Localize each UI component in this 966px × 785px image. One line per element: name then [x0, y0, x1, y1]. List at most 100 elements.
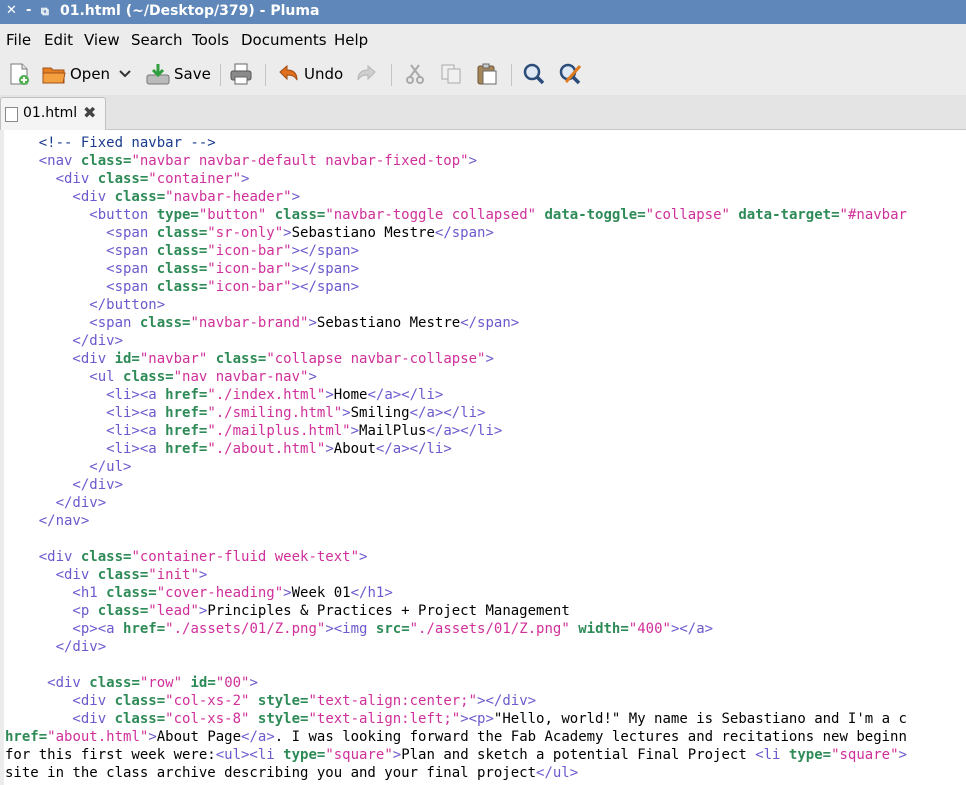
paste-button[interactable]	[475, 61, 499, 87]
code-editor[interactable]: <!-- Fixed navbar --> <nav class="navbar…	[0, 130, 966, 785]
menu-search[interactable]: Search	[131, 31, 183, 49]
code-line[interactable]: <div class="col-xs-8" style="text-align:…	[5, 710, 907, 728]
search-icon	[523, 63, 545, 85]
code-token: </div>	[5, 477, 124, 493]
code-line[interactable]: </div>	[5, 332, 907, 350]
code-line[interactable]	[5, 656, 907, 674]
window-close-icon[interactable]: ✕	[6, 3, 17, 18]
menu-edit[interactable]: Edit	[44, 31, 73, 49]
code-line[interactable]: <div class="navbar-header">	[5, 188, 907, 206]
code-line[interactable]: <div class="col-xs-2" style="text-align:…	[5, 692, 907, 710]
code-token: "collapse navbar-collapse"	[266, 351, 486, 367]
code-line[interactable]: for this first week were:<ul><li type="s…	[5, 746, 907, 764]
code-token: "col-xs-2"	[165, 693, 250, 709]
code-line[interactable]: <span class="sr-only">Sebastiano Mestre<…	[5, 224, 907, 242]
code-line[interactable]: <h1 class="cover-heading">Week 01</h1>	[5, 584, 907, 602]
code-token: >	[148, 729, 157, 745]
find-replace-button[interactable]	[558, 61, 584, 87]
code-line[interactable]: href="about.html">About Page</a>. I was …	[5, 728, 907, 746]
code-token: href=	[123, 621, 166, 637]
code-line[interactable]: <nav class="navbar navbar-default navbar…	[5, 152, 907, 170]
code-line[interactable]: <li><a href="./smiling.html">Smiling</a>…	[5, 404, 907, 422]
code-token: class=	[114, 711, 166, 727]
code-line[interactable]: </button>	[5, 296, 907, 314]
code-token: class=	[97, 603, 149, 619]
code-token: ></span>	[291, 261, 360, 277]
code-token: MailPlus	[359, 423, 427, 439]
tab-close-icon[interactable]: ✖	[83, 103, 96, 122]
code-line[interactable]: <p class="lead">Principles & Practices +…	[5, 602, 907, 620]
code-line[interactable]	[5, 530, 907, 548]
scissors-icon	[406, 64, 424, 84]
code-token: <nav	[5, 153, 81, 169]
code-line[interactable]: <!-- Fixed navbar -->	[5, 134, 907, 152]
new-document-button[interactable]	[8, 61, 30, 87]
window-restore-icon[interactable]: ⧉	[41, 5, 49, 19]
code-token: About	[333, 441, 376, 457]
open-button[interactable]: Open	[41, 61, 110, 87]
code-line[interactable]: <li><a href="./mailplus.html">MailPlus</…	[5, 422, 907, 440]
copy-button[interactable]	[439, 61, 463, 87]
code-token: >	[308, 315, 317, 331]
code-token: </button>	[5, 297, 166, 313]
code-line[interactable]: <div class="init">	[5, 566, 907, 584]
code-token: "row"	[139, 675, 183, 691]
code-token: >	[283, 585, 292, 601]
code-token: >	[898, 747, 907, 763]
menu-documents[interactable]: Documents	[241, 31, 327, 49]
code-token: <button	[5, 207, 157, 223]
code-line[interactable]: <li><a href="./about.html">About</a></li…	[5, 440, 907, 458]
redo-button[interactable]	[355, 61, 379, 87]
code-token: <p	[5, 603, 98, 619]
window-minimize-icon[interactable]: -	[26, 3, 31, 18]
code-token: >	[350, 423, 360, 439]
code-token: >	[198, 567, 208, 583]
menu-file[interactable]: File	[6, 31, 31, 49]
code-line[interactable]: <span class="icon-bar"></span>	[5, 242, 907, 260]
code-token: "col-xs-8"	[165, 711, 250, 727]
open-recent-dropdown[interactable]	[119, 61, 131, 87]
code-line[interactable]: </div>	[5, 476, 907, 494]
code-token: <div	[5, 711, 115, 727]
undo-button[interactable]: Undo	[276, 61, 343, 87]
code-line[interactable]: <span class="icon-bar"></span>	[5, 278, 907, 296]
code-token: >	[468, 153, 478, 169]
print-button[interactable]	[229, 61, 253, 87]
code-token: href=	[165, 387, 208, 403]
code-line[interactable]: </nav>	[5, 512, 907, 530]
code-line[interactable]: </ul>	[5, 458, 907, 476]
code-line[interactable]: <p><a href="./assets/01/Z.png"><img src=…	[5, 620, 907, 638]
menu-view[interactable]: View	[84, 31, 120, 49]
code-line[interactable]: <div class="row" id="00">	[5, 674, 907, 692]
code-line[interactable]: <li><a href="./index.html">Home</a></li>	[5, 386, 907, 404]
code-token: <ul><li	[215, 747, 284, 763]
code-line[interactable]: <div id="navbar" class="collapse navbar-…	[5, 350, 907, 368]
code-token: "#navbar	[839, 207, 907, 223]
code-line[interactable]: <span class="navbar-brand">Sebastiano Me…	[5, 314, 907, 332]
code-line[interactable]: <div class="container-fluid week-text">	[5, 548, 907, 566]
code-line[interactable]: site in the class archive describing you…	[5, 764, 907, 782]
menu-help[interactable]: Help	[334, 31, 368, 49]
code-line[interactable]: <button type="button" class="navbar-togg…	[5, 206, 907, 224]
code-line[interactable]: </div>	[5, 494, 907, 512]
code-token: class=	[123, 369, 174, 385]
code-token: "square"	[831, 747, 899, 763]
code-line[interactable]: </div>	[5, 638, 907, 656]
code-token: "400"	[628, 621, 671, 637]
code-token: <div	[5, 675, 90, 691]
save-button[interactable]: Save	[145, 61, 211, 87]
code-line[interactable]: <span class="icon-bar"></span>	[5, 260, 907, 278]
code-token: site in the class archive describing you…	[5, 765, 537, 781]
new-document-icon	[10, 63, 29, 85]
tab-01-html[interactable]: 01.html ✖	[0, 97, 106, 130]
code-token: Plan and sketch a potential Final Projec…	[401, 747, 756, 763]
code-token: "./smiling.html"	[207, 405, 343, 421]
code-text[interactable]: <!-- Fixed navbar --> <nav class="navbar…	[5, 134, 907, 782]
code-line[interactable]: <div class="container">	[5, 170, 907, 188]
code-line[interactable]: <ul class="nav navbar-nav">	[5, 368, 907, 386]
code-token: "icon-bar"	[207, 243, 292, 259]
menu-tools[interactable]: Tools	[192, 31, 229, 49]
code-token: Sebastiano Mestre	[291, 225, 435, 241]
find-button[interactable]	[522, 61, 546, 87]
cut-button[interactable]	[403, 61, 427, 87]
